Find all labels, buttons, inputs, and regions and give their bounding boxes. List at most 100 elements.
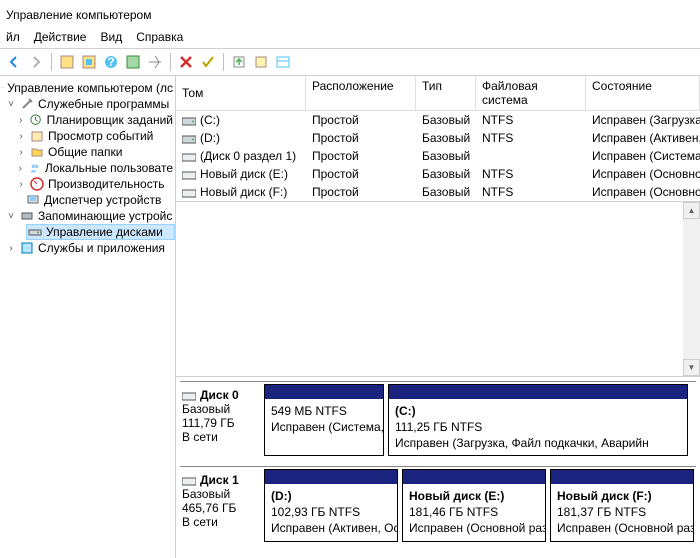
disk-icon (182, 390, 196, 400)
table-row[interactable]: (Диск 0 раздел 1)ПростойБазовыйИсправен … (176, 147, 700, 165)
tools-icon (20, 97, 34, 111)
volume-state: Исправен (Загрузка, Файл подкачки, (586, 112, 700, 128)
partition[interactable]: (D:)102,93 ГБ NTFSИсправен (Активен, Осн (264, 469, 398, 542)
table-row[interactable]: Новый диск (E:)ПростойБазовыйNTFSИсправе… (176, 165, 700, 183)
tree-label: Локальные пользовате (45, 161, 173, 175)
tree-task-scheduler[interactable]: › Планировщик заданий (0, 112, 175, 128)
window-title: Управление компьютером (0, 0, 700, 28)
scrollbar[interactable]: ▲ ▼ (683, 202, 700, 376)
disk-block: Диск 0Базовый111,79 ГБВ сети549 МБ NTFSИ… (180, 381, 696, 457)
table-row[interactable]: Новый диск (F:)ПростойБазовыйNTFSИсправе… (176, 183, 700, 201)
volume-name: (C:) (200, 113, 220, 127)
volume-type: Базовый (416, 130, 476, 146)
partition-status: Исправен (Основной раз, (409, 520, 539, 536)
toolbar-btn-props[interactable] (251, 52, 271, 72)
expand-icon[interactable]: › (16, 115, 25, 126)
disk-mgmt-icon (28, 225, 42, 239)
menu-view[interactable]: Вид (100, 30, 122, 44)
disk-name: Диск 1 (200, 473, 239, 487)
tree-local-users[interactable]: › Локальные пользовате (0, 160, 175, 176)
partition[interactable]: (C:)111,25 ГБ NTFSИсправен (Загрузка, Фа… (388, 384, 688, 457)
volume-state: Исправен (Основной раздел) (586, 166, 700, 182)
col-layout[interactable]: Расположение (306, 76, 416, 110)
volume-state: Исправен (Основной раздел) (586, 184, 700, 200)
partition-size: 181,37 ГБ NTFS (557, 504, 687, 520)
users-icon (29, 161, 41, 175)
clock-icon (29, 113, 42, 127)
expand-icon[interactable]: › (16, 131, 26, 142)
toolbar-btn-5[interactable] (145, 52, 165, 72)
tree-performance[interactable]: ›Производительность (0, 176, 175, 192)
tree-label: Просмотр событий (48, 129, 153, 143)
tree-event-viewer[interactable]: › Просмотр событий (0, 128, 175, 144)
scroll-down-icon[interactable]: ▼ (683, 359, 700, 376)
tree-label: Служебные программы (38, 97, 169, 111)
volume-type: Базовый (416, 166, 476, 182)
partition-status: Исправен (Активен, Осн (271, 520, 391, 536)
tree-label: Планировщик заданий (47, 113, 173, 127)
disk-icon (182, 475, 196, 485)
partition-title: Новый диск (F:) (557, 488, 687, 504)
partition[interactable]: 549 МБ NTFSИсправен (Система, Ак (264, 384, 384, 457)
tree-root[interactable]: Управление компьютером (лс (0, 80, 175, 96)
scroll-up-icon[interactable]: ▲ (683, 202, 700, 219)
disk-type: Базовый (182, 487, 256, 501)
toolbar-btn-list[interactable] (273, 52, 293, 72)
volume-layout: Простой (306, 112, 416, 128)
table-row[interactable]: (D:)ПростойБазовыйNTFSИсправен (Активен,… (176, 129, 700, 147)
menu-action[interactable]: Действие (34, 30, 87, 44)
tree-services[interactable]: ›Службы и приложения (0, 240, 175, 256)
disk-status: В сети (182, 430, 256, 444)
tree-device-manager[interactable]: Диспетчер устройств (0, 192, 175, 208)
menu-file[interactable]: йл (6, 30, 20, 44)
partition[interactable]: Новый диск (E:)181,46 ГБ NTFSИсправен (О… (402, 469, 546, 542)
partition-icon (182, 151, 196, 161)
partition-title: (D:) (271, 488, 391, 504)
volume-type: Базовый (416, 184, 476, 200)
volume-fs (476, 148, 586, 164)
collapse-icon[interactable]: ˅ (6, 211, 16, 222)
tree-label: Запоминающие устройс (38, 209, 172, 223)
partition-size: 549 МБ NTFS (271, 403, 377, 419)
partition-title: (C:) (395, 403, 681, 419)
volume-layout: Простой (306, 184, 416, 200)
col-fs[interactable]: Файловая система (476, 76, 586, 110)
menubar: йл Действие Вид Справка (0, 28, 700, 49)
partition-status: Исправен (Система, Ак (271, 419, 377, 435)
perf-icon (30, 177, 44, 191)
col-volume[interactable]: Том (176, 76, 306, 110)
volume-type: Базовый (416, 112, 476, 128)
col-state[interactable]: Состояние (586, 76, 700, 110)
forward-button[interactable] (26, 52, 46, 72)
menu-help[interactable]: Справка (136, 30, 183, 44)
toolbar-btn-2[interactable] (79, 52, 99, 72)
collapse-icon[interactable]: ˅ (6, 99, 16, 110)
volume-name: Новый диск (E:) (200, 167, 288, 181)
volume-state: Исправен (Система, Активен, Основ (586, 148, 700, 164)
partition[interactable]: Новый диск (F:)181,37 ГБ NTFSИсправен (О… (550, 469, 694, 542)
main-split: Управление компьютером (лс ˅ Служебные пр… (0, 76, 700, 558)
expand-icon[interactable]: › (16, 147, 26, 158)
tree-label: Диспетчер устройств (44, 193, 161, 207)
toolbar-refresh-icon[interactable] (123, 52, 143, 72)
back-button[interactable] (4, 52, 24, 72)
expand-icon[interactable]: › (16, 163, 25, 174)
disk-label[interactable]: Диск 1Базовый465,76 ГБВ сети (180, 469, 258, 542)
volume-layout: Простой (306, 166, 416, 182)
partition-size: 111,25 ГБ NTFS (395, 419, 681, 435)
check-button[interactable] (198, 52, 218, 72)
col-type[interactable]: Тип (416, 76, 476, 110)
toolbar-btn-1[interactable] (57, 52, 77, 72)
table-row[interactable]: (C:)ПростойБазовыйNTFSИсправен (Загрузка… (176, 111, 700, 129)
tree-system-tools[interactable]: ˅ Служебные программы (0, 96, 175, 112)
tree-shared-folders[interactable]: ›Общие папки (0, 144, 175, 160)
toolbar-btn-up[interactable] (229, 52, 249, 72)
tree-storage[interactable]: ˅ Запоминающие устройс (0, 208, 175, 224)
expand-icon[interactable]: › (16, 179, 26, 190)
partition-bar (265, 470, 397, 484)
delete-button[interactable] (176, 52, 196, 72)
tree-disk-management[interactable]: Управление дисками (26, 224, 175, 240)
disk-label[interactable]: Диск 0Базовый111,79 ГБВ сети (180, 384, 258, 457)
expand-icon[interactable]: › (6, 243, 16, 254)
toolbar-help-icon[interactable]: ? (101, 52, 121, 72)
